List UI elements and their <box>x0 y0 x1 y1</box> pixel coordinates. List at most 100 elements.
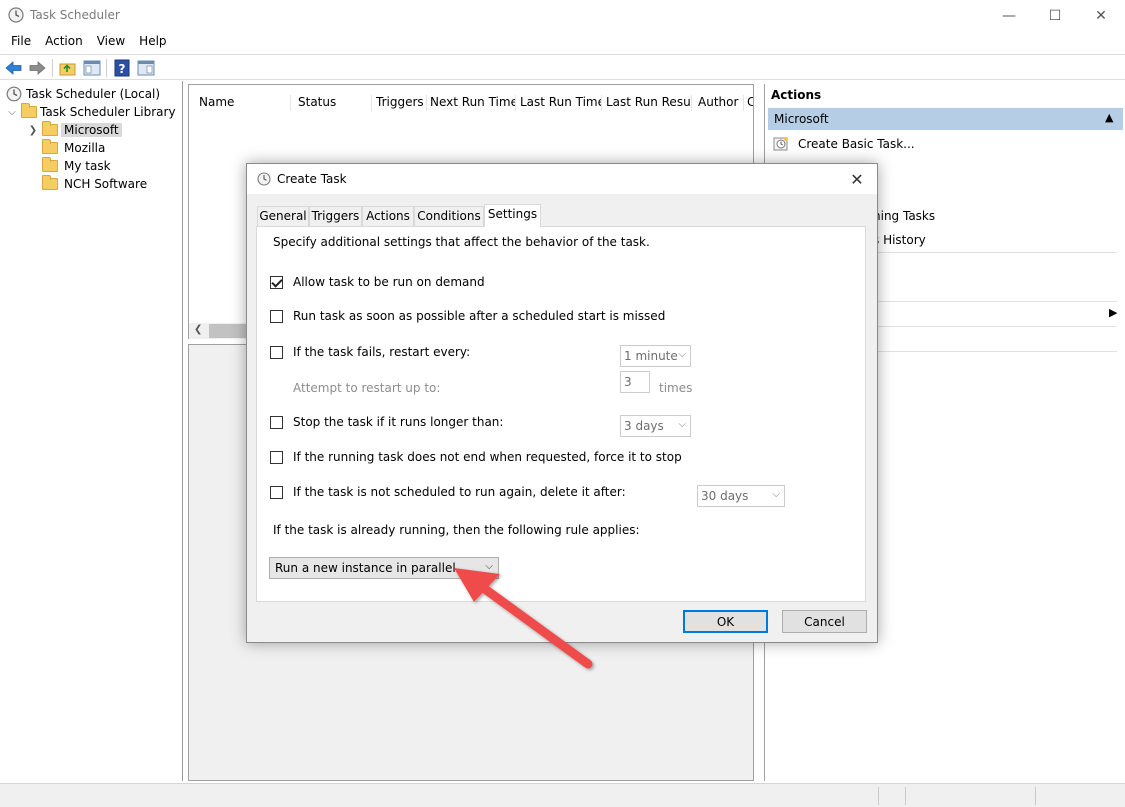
tree-item-nch-software[interactable]: NCH Software <box>42 175 150 193</box>
dropdown-value: 3 days <box>624 419 664 433</box>
actions-section-header[interactable]: Microsoft ▲ <box>768 108 1123 130</box>
chevron-down-icon: ⌵ <box>485 561 493 572</box>
folder-icon <box>42 175 58 190</box>
show-hide-action-pane-icon[interactable] <box>136 58 156 78</box>
tree-item-microsoft[interactable]: ❯ Microsoft <box>27 121 122 139</box>
option-delete-after[interactable]: If the task is not scheduled to run agai… <box>270 485 626 499</box>
maximize-button[interactable]: ☐ <box>1032 0 1078 31</box>
column-header-c[interactable]: C <box>743 95 753 111</box>
ok-button[interactable]: OK <box>683 610 768 633</box>
tree-item-label: Mozilla <box>64 141 106 155</box>
submenu-arrow-icon[interactable]: ▶ <box>1109 306 1117 319</box>
restart-interval-dropdown[interactable]: 1 minute ⌵ <box>620 345 691 367</box>
column-header-next-run-time[interactable]: Next Run Time <box>426 95 516 111</box>
menu-view[interactable]: View <box>90 31 132 53</box>
field-value: 3 <box>624 375 632 389</box>
allow-on-demand-checkbox[interactable] <box>270 275 283 289</box>
tree-library[interactable]: ⌵ Task Scheduler Library <box>6 103 176 121</box>
column-header-last-run-result[interactable]: Last Run Result <box>602 95 692 111</box>
back-arrow-icon[interactable] <box>4 58 24 78</box>
clock-icon <box>8 7 24 23</box>
stop-longer-checkbox[interactable] <box>270 415 283 429</box>
option-stop-longer[interactable]: Stop the task if it runs longer than: <box>270 415 503 429</box>
column-header-name[interactable]: Name <box>195 95 291 111</box>
option-force-stop[interactable]: If the running task does not end when re… <box>270 450 682 464</box>
column-header-triggers[interactable]: Triggers <box>372 95 427 111</box>
tab-settings[interactable]: Settings <box>484 204 541 227</box>
chevron-down-icon: ⌵ <box>772 489 780 500</box>
show-hide-console-tree-icon[interactable] <box>82 58 102 78</box>
restart-count-field[interactable]: 3 <box>620 371 650 393</box>
create-task-icon <box>773 137 788 151</box>
column-header-last-run-time[interactable]: Last Run Time <box>516 95 602 111</box>
tree-item-my-task[interactable]: My task <box>42 157 114 175</box>
option-label: If the task is not scheduled to run agai… <box>293 485 626 499</box>
tab-general[interactable]: General <box>257 206 309 226</box>
help-icon[interactable]: ? <box>112 58 132 78</box>
option-restart-every[interactable]: If the task fails, restart every: <box>270 345 470 359</box>
tree-root[interactable]: Task Scheduler (Local) <box>6 85 160 103</box>
tab-triggers[interactable]: Triggers <box>309 206 362 226</box>
menu-help[interactable]: Help <box>132 31 173 53</box>
folder-icon <box>42 121 58 136</box>
option-run-asap[interactable]: Run task as soon as possible after a sch… <box>270 309 665 323</box>
dropdown-value: 30 days <box>701 489 749 503</box>
action-running-tasks[interactable]: ning Tasks <box>873 206 935 226</box>
running-rule-dropdown[interactable]: Run a new instance in parallel ⌵ <box>269 557 499 579</box>
run-asap-checkbox[interactable] <box>270 309 283 323</box>
delete-after-checkbox[interactable] <box>270 485 283 499</box>
tree-item-label: Microsoft <box>61 123 122 137</box>
times-label: times <box>659 381 693 395</box>
dialog-close-button[interactable]: ✕ <box>845 168 869 190</box>
toolbar: ? <box>0 54 1125 80</box>
toolbar-separator <box>106 59 107 77</box>
folder-icon <box>42 139 58 154</box>
minimize-button[interactable]: — <box>986 0 1032 31</box>
forward-arrow-icon[interactable] <box>27 58 47 78</box>
dialog-titlebar: Create Task ✕ <box>247 164 877 194</box>
clock-icon <box>257 172 271 186</box>
menu-file[interactable]: File <box>4 31 38 53</box>
dropdown-value: Run a new instance in parallel <box>275 561 456 575</box>
menu-bar: File Action View Help <box>0 31 1125 53</box>
clock-icon <box>6 86 22 102</box>
option-label: Allow task to be run on demand <box>293 275 485 289</box>
chevron-right-icon[interactable]: ❯ <box>27 125 39 136</box>
create-task-dialog: Create Task ✕ General Triggers Actions C… <box>246 163 878 643</box>
tab-actions[interactable]: Actions <box>362 206 414 226</box>
restart-every-checkbox[interactable] <box>270 345 283 359</box>
action-history[interactable]: s History <box>873 230 926 250</box>
cancel-button[interactable]: Cancel <box>782 610 867 633</box>
chevron-down-icon[interactable]: ⌵ <box>6 107 18 118</box>
folder-up-icon[interactable] <box>58 58 78 78</box>
column-header-status[interactable]: Status <box>294 95 372 111</box>
option-allow-on-demand[interactable]: Allow task to be run on demand <box>270 275 485 289</box>
folder-icon <box>42 157 58 172</box>
status-divider <box>905 787 906 805</box>
folder-clock-icon <box>21 103 37 118</box>
actions-section-label: Microsoft <box>774 112 829 126</box>
scroll-left-icon[interactable]: ❮ <box>194 324 202 335</box>
chevron-down-icon: ⌵ <box>678 419 686 430</box>
tree-item-mozilla[interactable]: Mozilla <box>42 139 108 157</box>
tab-conditions[interactable]: Conditions <box>414 206 484 226</box>
stop-duration-dropdown[interactable]: 3 days ⌵ <box>620 415 691 437</box>
force-stop-checkbox[interactable] <box>270 450 283 464</box>
window-title: Task Scheduler <box>30 8 120 22</box>
chevron-down-icon: ⌵ <box>678 349 686 360</box>
rule-label: If the task is already running, then the… <box>273 523 640 537</box>
delete-after-dropdown[interactable]: 30 days ⌵ <box>697 485 785 507</box>
toolbar-separator <box>52 59 53 77</box>
action-label: s History <box>873 233 926 247</box>
status-divider <box>1035 787 1036 805</box>
action-create-basic-task[interactable]: Create Basic Task... <box>773 134 915 154</box>
settings-tab-panel: Specify additional settings that affect … <box>256 226 866 602</box>
close-button[interactable]: ✕ <box>1078 0 1124 31</box>
status-divider <box>878 787 879 805</box>
attempt-restart-label: Attempt to restart up to: <box>293 381 441 395</box>
collapse-icon[interactable]: ▲ <box>1105 111 1113 124</box>
menu-action[interactable]: Action <box>38 31 90 53</box>
tree-root-label: Task Scheduler (Local) <box>26 87 161 101</box>
scrollbar-thumb[interactable] <box>209 324 249 338</box>
column-header-author[interactable]: Author <box>694 95 744 111</box>
